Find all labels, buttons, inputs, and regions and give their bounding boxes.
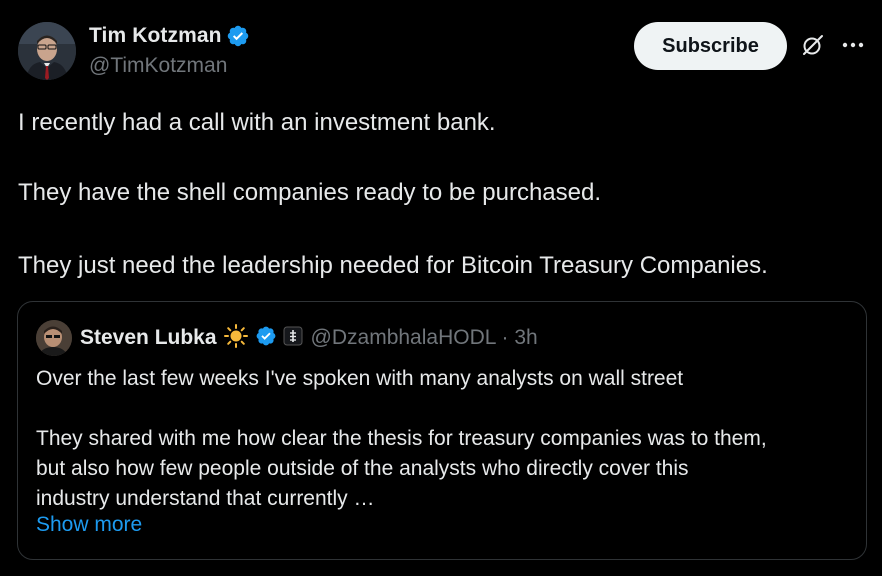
quoted-text-line: but also how few people outside of the a… xyxy=(36,457,689,480)
author-display-name[interactable]: Tim Kotzman xyxy=(89,24,222,48)
verified-badge-icon xyxy=(226,24,250,48)
author-avatar[interactable] xyxy=(18,22,76,80)
post-text-line: They have the shell companies ready to b… xyxy=(18,179,602,206)
sun-emoji-icon xyxy=(223,323,249,354)
more-options-icon[interactable] xyxy=(840,33,866,57)
quoted-author-name[interactable]: Steven Lubka xyxy=(80,326,217,350)
author-handle[interactable]: @TimKotzman xyxy=(89,54,227,78)
post-text-line: I recently had a call with an investment… xyxy=(18,109,496,136)
tweet: Tim Kotzman @TimKotzman Subscribe I rece… xyxy=(0,0,882,576)
quoted-text-line: Over the last few weeks I've spoken with… xyxy=(36,367,684,390)
show-more-link[interactable]: Show more xyxy=(36,513,142,537)
affiliate-badge-icon xyxy=(283,326,303,351)
subscribe-button[interactable]: Subscribe xyxy=(634,22,787,70)
quoted-author-avatar[interactable] xyxy=(36,320,72,356)
quoted-text-line: They shared with me how clear the thesis… xyxy=(36,427,767,450)
quoted-text-line: industry understand that currently … xyxy=(36,487,375,510)
quoted-text-paragraph: They shared with me how clear the thesis… xyxy=(36,424,856,514)
grok-icon[interactable] xyxy=(801,33,825,57)
verified-badge-icon xyxy=(255,325,277,352)
quoted-tweet-header: Steven Lubka @DzambhalaHODL · 3h xyxy=(36,320,538,356)
post-text-line: They just need the leadership needed for… xyxy=(18,252,768,279)
quoted-author-handle-time[interactable]: @DzambhalaHODL · 3h xyxy=(311,326,538,350)
quoted-tweet-card[interactable]: Steven Lubka @DzambhalaHODL · 3h Over th… xyxy=(17,301,867,560)
author-name-row: Tim Kotzman xyxy=(89,24,250,48)
